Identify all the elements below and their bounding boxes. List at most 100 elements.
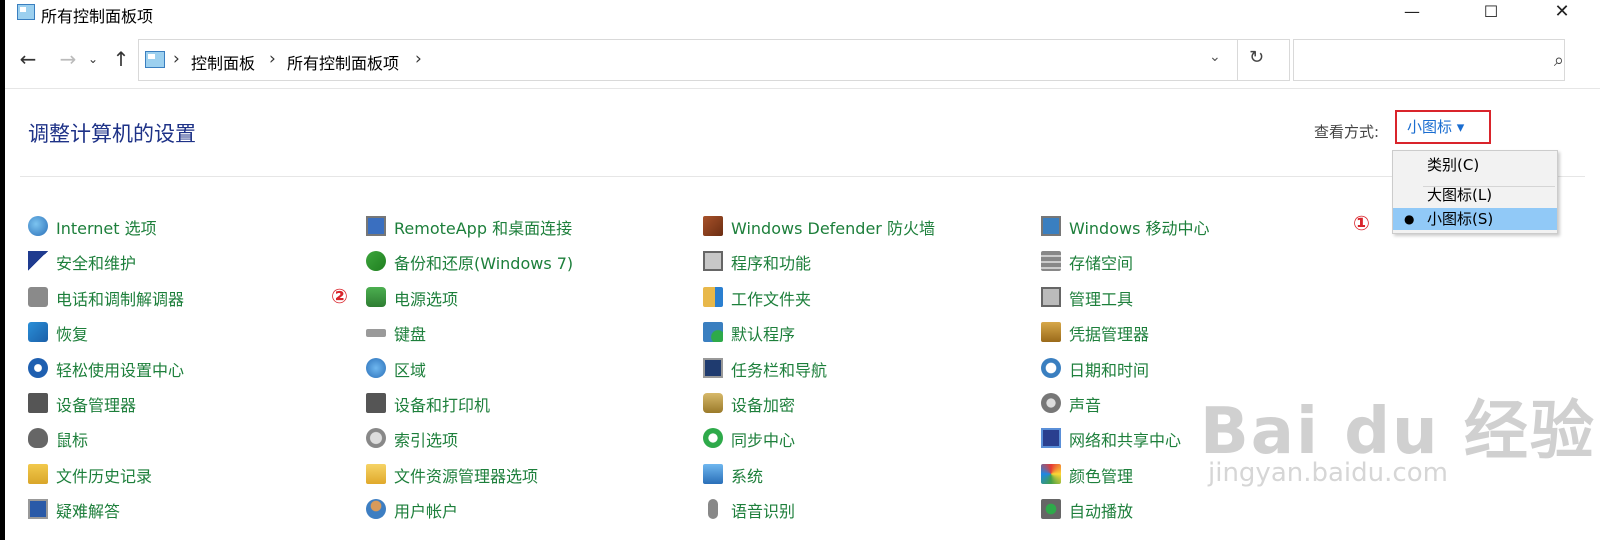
breadcrumb-separator[interactable]: › [173, 49, 180, 69]
troubleshoot-icon [28, 499, 48, 519]
color-icon [1041, 464, 1061, 484]
menu-item-category[interactable]: 类别(C) [1393, 154, 1557, 176]
region-icon [366, 358, 386, 378]
encryption-icon [703, 393, 723, 413]
up-button[interactable]: ↑ [108, 46, 134, 72]
system-icon [703, 464, 723, 484]
watermark-url: jingyan.baidu.com [1208, 458, 1448, 488]
control-panel-item-label: 默认程序 [731, 325, 796, 344]
speaker-icon [1041, 393, 1061, 413]
mobility-center-icon [1041, 216, 1061, 236]
taskbar-icon [703, 358, 723, 378]
address-bar[interactable]: › 控制面板 › 所有控制面板项 › ⌄ ↻ [138, 39, 1290, 81]
maximize-button[interactable]: ☐ [1468, 0, 1514, 26]
control-panel-item-label: 存储空间 [1069, 254, 1134, 273]
recent-locations-button[interactable]: ⌄ [85, 46, 101, 72]
breadcrumb-all-items[interactable]: 所有控制面板项 [287, 50, 399, 74]
minimize-button[interactable]: — [1389, 0, 1435, 26]
view-by-label: 查看方式: [1314, 123, 1380, 141]
menu-item-small-icons[interactable]: ● 小图标(S) [1393, 208, 1557, 230]
control-panel-item-label: 程序和功能 [731, 254, 812, 273]
fax-icon [28, 287, 48, 307]
control-panel-item-label: 管理工具 [1069, 290, 1134, 309]
control-panel-item-label: 语音识别 [731, 502, 796, 521]
storage-icon [1041, 251, 1061, 271]
control-panel-item-label: 鼠标 [56, 431, 89, 450]
forward-button[interactable]: → [55, 46, 81, 72]
programs-icon [703, 251, 723, 271]
control-panel-item-label: 电源选项 [394, 290, 459, 309]
keyboard-icon [366, 329, 386, 337]
device-manager-icon [28, 393, 48, 413]
control-panel-item-label: 轻松使用设置中心 [56, 361, 185, 380]
folder-options-icon [366, 464, 386, 484]
control-panel-item-label: 设备管理器 [56, 396, 137, 415]
control-panel-item-label: 颜色管理 [1069, 467, 1134, 486]
annotation-marker-1: ① [1353, 211, 1370, 235]
refresh-icon[interactable]: ↻ [1249, 47, 1264, 68]
network-icon [1041, 428, 1061, 448]
control-panel-item-label: 备份和还原(Windows 7) [394, 254, 574, 273]
control-panel-item-label: Windows 移动中心 [1069, 219, 1210, 238]
control-panel-item-label: 网络和共享中心 [1069, 431, 1182, 450]
file-history-icon [28, 464, 48, 484]
sync-icon [703, 428, 723, 448]
control-panel-icon [17, 4, 35, 20]
control-panel-item-label: 区域 [394, 361, 427, 380]
control-panel-item-label: 声音 [1069, 396, 1102, 415]
clock-icon [1041, 358, 1061, 378]
menu-item-label: 小图标(S) [1427, 210, 1494, 228]
credential-icon [1041, 322, 1061, 342]
search-box[interactable]: ⌕ [1293, 39, 1565, 81]
control-panel-item-label: 任务栏和导航 [731, 361, 828, 380]
view-by-button[interactable]: 小图标 ▾ [1395, 110, 1491, 144]
recovery-icon [28, 322, 48, 342]
mouse-icon [28, 428, 48, 448]
divider [20, 176, 1585, 177]
ease-of-access-icon [28, 358, 48, 378]
control-panel-item-label: 索引选项 [394, 431, 459, 450]
close-button[interactable]: ✕ [1539, 0, 1585, 26]
control-panel-item-label: Internet 选项 [56, 219, 157, 238]
menu-item-large-icons[interactable]: 大图标(L) [1393, 184, 1557, 206]
remote-desktop-icon [366, 216, 386, 236]
printer-icon [366, 393, 386, 413]
firewall-icon [703, 216, 723, 236]
power-icon [366, 287, 386, 307]
navigation-bar: ← → ⌄ ↑ › 控制面板 › 所有控制面板项 › ⌄ ↻ ⌕ [5, 36, 1600, 84]
control-panel-item-label: 恢复 [56, 325, 89, 344]
control-panel-item-label: 疑难解答 [56, 502, 121, 521]
default-programs-icon [703, 322, 723, 342]
microphone-icon [708, 499, 718, 519]
address-dropdown-button[interactable]: ⌄ [1209, 49, 1221, 65]
control-panel-item-label: 日期和时间 [1069, 361, 1150, 380]
control-panel-item-label: 自动播放 [1069, 502, 1134, 521]
search-icon[interactable]: ⌕ [1554, 50, 1564, 71]
autoplay-icon [1041, 499, 1061, 519]
back-button[interactable]: ← [15, 46, 41, 72]
breadcrumb-separator[interactable]: › [415, 49, 422, 69]
divider [5, 88, 1600, 89]
search-input[interactable] [1302, 48, 1526, 72]
menu-item-label: 类别(C) [1427, 156, 1480, 174]
control-panel-item-label: 同步中心 [731, 431, 796, 450]
address-divider [1237, 40, 1238, 80]
breadcrumb-separator[interactable]: › [269, 49, 276, 69]
work-folders-icon [703, 287, 723, 307]
control-panel-item-label: RemoteApp 和桌面连接 [394, 219, 573, 238]
admin-tools-icon [1041, 287, 1061, 307]
control-panel-item-label: 设备加密 [731, 396, 796, 415]
control-panel-item-label: 电话和调制解调器 [56, 290, 185, 309]
control-panel-item-label: 键盘 [394, 325, 427, 344]
menu-item-label: 大图标(L) [1427, 186, 1493, 204]
control-panel-item-label: Windows Defender 防火墙 [731, 219, 935, 238]
window-title: 所有控制面板项 [41, 7, 154, 26]
flag-icon [28, 251, 48, 271]
breadcrumb-control-panel[interactable]: 控制面板 [191, 50, 255, 74]
user-accounts-icon [366, 499, 386, 519]
control-panel-item-label: 凭据管理器 [1069, 325, 1150, 344]
index-icon [366, 428, 386, 448]
control-panel-item-label: 设备和打印机 [394, 396, 491, 415]
globe-icon [28, 216, 48, 236]
selected-bullet-icon: ● [1404, 212, 1415, 226]
